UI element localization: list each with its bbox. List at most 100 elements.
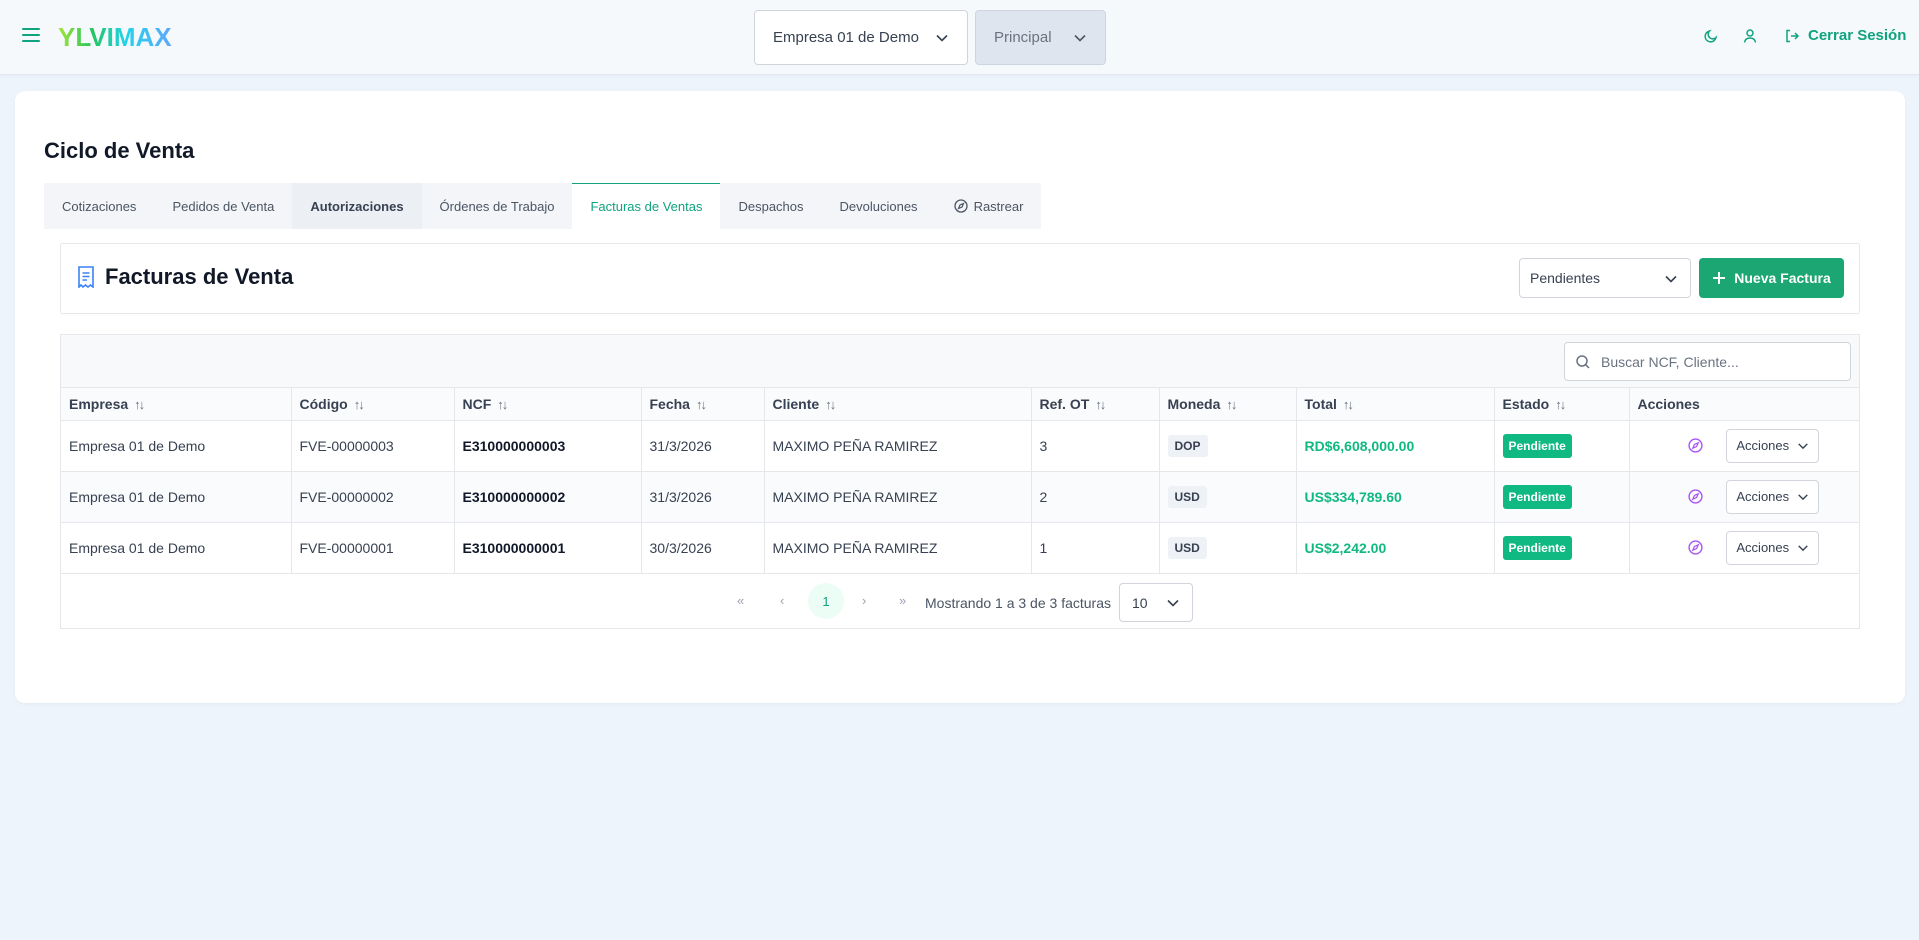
status-badge: Pendiente: [1502, 535, 1572, 560]
actions-dropdown-button[interactable]: Acciones: [1726, 428, 1820, 463]
column-header[interactable]: Moneda ↑↓: [1159, 388, 1297, 421]
user-icon[interactable]: [1742, 28, 1758, 44]
cell-total: US$2,242.00: [1296, 522, 1495, 574]
tab-devoluciones[interactable]: Devoluciones: [822, 183, 936, 229]
tab-facturas-de-ventas[interactable]: Facturas de Ventas: [572, 183, 721, 229]
column-header[interactable]: Fecha ↑↓: [641, 388, 765, 421]
table-header-row: Empresa ↑↓ Código ↑↓ NCF ↑↓ Fecha ↑↓ Cliente…: [61, 388, 1859, 421]
cell-estado: Pendiente: [1494, 471, 1630, 523]
chevron-down-icon: [936, 34, 948, 42]
track-compass-icon[interactable]: [1687, 540, 1703, 555]
menu-icon[interactable]: [22, 28, 40, 42]
tab-label: Facturas de Ventas: [590, 199, 703, 214]
table-row[interactable]: Empresa 01 de Demo FVE-00000002 E3100000…: [61, 471, 1859, 523]
prev-page-icon[interactable]: ‹: [780, 593, 784, 608]
tab-label: Cotizaciones: [62, 198, 137, 214]
search-icon: [1576, 355, 1590, 369]
sort-icon: ↑↓: [1555, 396, 1566, 412]
actions-dropdown-button[interactable]: Acciones: [1726, 530, 1820, 565]
column-header-label: Estado: [1502, 395, 1550, 412]
column-header: Acciones: [1629, 388, 1859, 421]
search-input[interactable]: [1601, 353, 1841, 370]
column-header-label: Código: [299, 395, 348, 412]
track-compass-icon[interactable]: [1687, 489, 1703, 504]
table-row[interactable]: Empresa 01 de Demo FVE-00000001 E3100000…: [61, 522, 1859, 574]
actions-dropdown-button[interactable]: Acciones: [1726, 479, 1820, 514]
chevron-down-icon: [1074, 34, 1086, 42]
column-header[interactable]: Empresa ↑↓: [61, 388, 292, 421]
tab-ordenes-de-trabajo[interactable]: Órdenes de Trabajo: [422, 183, 573, 229]
tab-bar: Cotizaciones Pedidos de Venta Autorizaci…: [44, 183, 1042, 229]
page-size-select[interactable]: 10: [1119, 583, 1193, 622]
company-select[interactable]: Empresa 01 de Demo: [754, 10, 968, 65]
cell-fecha: 31/3/2026: [641, 420, 765, 472]
cell-estado: Pendiente: [1494, 420, 1630, 472]
column-header-label: Fecha: [649, 395, 690, 412]
branch-select[interactable]: Principal: [975, 10, 1106, 65]
cell-total: RD$6,608,000.00: [1296, 420, 1495, 472]
column-header-label: Empresa: [69, 395, 129, 412]
section-title: Facturas de Venta: [105, 264, 294, 289]
column-header[interactable]: Código ↑↓: [291, 388, 455, 421]
sort-icon: ↑↓: [134, 396, 145, 412]
chevron-down-icon: [1798, 442, 1808, 449]
moon-icon[interactable]: [1703, 28, 1719, 44]
sort-icon: ↑↓: [353, 396, 365, 412]
tab-label: Pedidos de Venta: [172, 198, 275, 214]
tab-autorizaciones[interactable]: Autorizaciones: [292, 183, 422, 229]
status-badge: Pendiente: [1502, 433, 1572, 458]
column-header-label: Ref. OT: [1039, 395, 1090, 412]
cell-empresa: Empresa 01 de Demo: [61, 471, 292, 523]
cell-fecha: 30/3/2026: [641, 522, 765, 574]
new-invoice-button[interactable]: Nueva Factura: [1699, 258, 1844, 298]
tab-rastrear[interactable]: Rastrear: [936, 183, 1042, 229]
column-header[interactable]: Estado ↑↓: [1494, 388, 1630, 421]
tab-cotizaciones[interactable]: Cotizaciones: [44, 183, 154, 229]
column-header[interactable]: Cliente ↑↓: [764, 388, 1032, 421]
cell-ref-ot: 3: [1031, 420, 1160, 472]
actions-label: Acciones: [1736, 540, 1790, 555]
branch-select-value: Principal: [994, 29, 1052, 46]
invoices-table-panel: Empresa ↑↓ Código ↑↓ NCF ↑↓ Fecha ↑↓ Cliente…: [60, 334, 1860, 629]
currency-badge: USD: [1167, 485, 1207, 508]
cell-ncf: E310000000003: [454, 420, 642, 472]
cell-cliente: MAXIMO PEÑA RAMIREZ: [764, 522, 1032, 574]
table-row[interactable]: Empresa 01 de Demo FVE-00000003 E3100000…: [61, 420, 1859, 472]
compass-icon: [953, 199, 968, 213]
page-title: Ciclo de Venta: [44, 138, 195, 163]
tab-despachos[interactable]: Despachos: [720, 183, 821, 229]
actions-label: Acciones: [1736, 489, 1790, 504]
logout-button[interactable]: Cerrar Sesión: [1784, 27, 1906, 44]
chevron-down-icon: [1665, 275, 1677, 283]
first-page-icon[interactable]: «: [737, 593, 744, 608]
last-page-icon[interactable]: »: [899, 593, 906, 608]
status-badge: Pendiente: [1502, 484, 1572, 509]
tab-pedidos-de-venta[interactable]: Pedidos de Venta: [154, 183, 292, 229]
sort-icon: ↑↓: [695, 396, 707, 412]
next-page-icon[interactable]: ›: [862, 593, 866, 608]
sort-icon: ↑↓: [497, 396, 508, 412]
track-compass-icon[interactable]: [1687, 438, 1703, 453]
cell-ncf: E310000000001: [454, 522, 642, 574]
table-toolbar: [61, 335, 1859, 388]
column-header-label: Total: [1304, 395, 1337, 412]
cell-codigo: FVE-00000001: [291, 522, 455, 574]
column-header[interactable]: Total ↑↓: [1296, 388, 1495, 421]
cell-codigo: FVE-00000002: [291, 471, 455, 523]
tab-label: Autorizaciones: [310, 198, 404, 214]
cell-cliente: MAXIMO PEÑA RAMIREZ: [764, 420, 1032, 472]
sort-icon: ↑↓: [1342, 396, 1354, 412]
cell-moneda: USD: [1159, 471, 1297, 523]
cell-fecha: 31/3/2026: [641, 471, 765, 523]
plus-icon: [1713, 272, 1726, 284]
logout-label: Cerrar Sesión: [1808, 27, 1907, 44]
status-filter-select[interactable]: Pendientes: [1519, 258, 1691, 298]
currency-badge: DOP: [1167, 434, 1208, 457]
column-header[interactable]: Ref. OT ↑↓: [1031, 388, 1160, 421]
section-header: Facturas de Venta Pendientes Nueva Factu…: [60, 243, 1860, 314]
page-size-value: 10: [1132, 594, 1148, 611]
logout-icon: [1786, 29, 1800, 42]
column-header[interactable]: NCF ↑↓: [454, 388, 642, 421]
page-button-current[interactable]: 1: [808, 583, 844, 619]
cell-acciones: Acciones: [1629, 420, 1859, 472]
